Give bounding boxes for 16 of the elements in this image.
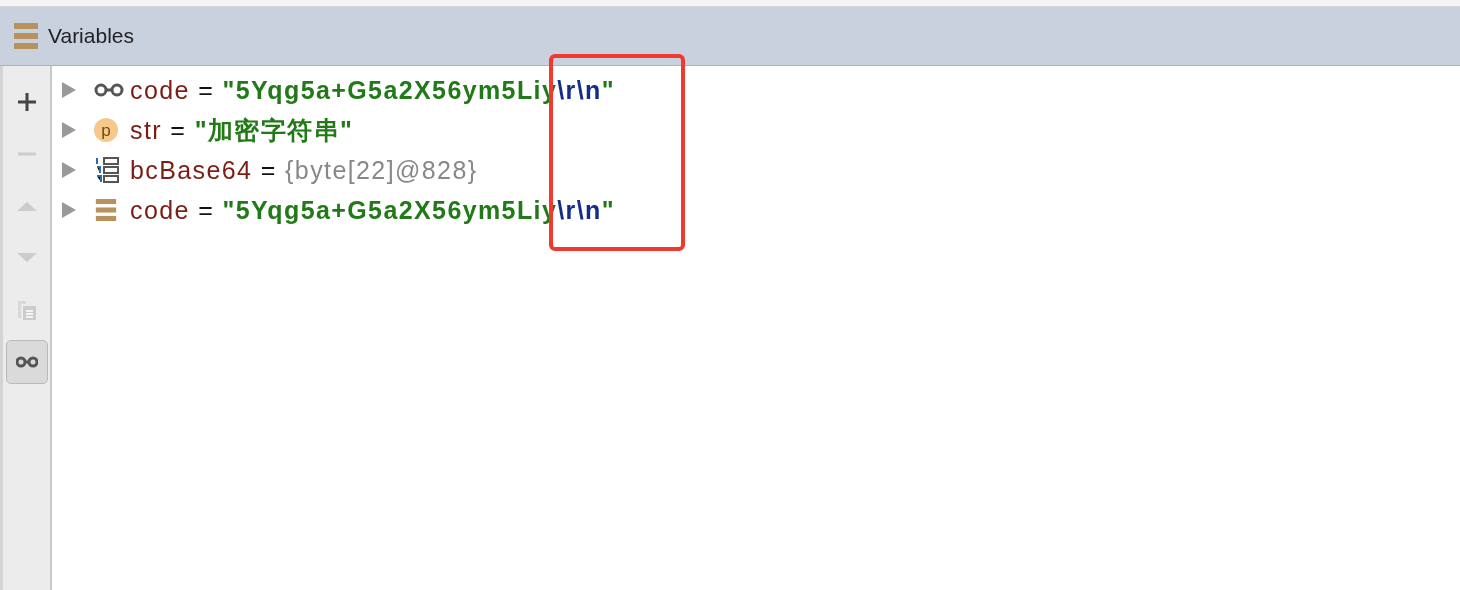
variable-entry: str = "加密字符串" <box>130 114 354 146</box>
expand-arrow-icon[interactable] <box>62 82 76 98</box>
numbered-list-icon <box>94 156 120 184</box>
stack-icon <box>94 199 118 221</box>
panel-title: Variables <box>48 24 134 48</box>
stack-icon <box>14 23 38 49</box>
parameter-badge: p <box>94 118 118 142</box>
variable-entry: bcBase64 = {byte[22]@828} <box>130 155 478 185</box>
plus-icon <box>15 91 38 113</box>
glasses-icon <box>94 83 124 97</box>
copy-icon <box>15 299 38 321</box>
expand-arrow-icon[interactable] <box>62 122 76 138</box>
expand-arrow-icon[interactable] <box>62 162 76 178</box>
expand-arrow-icon[interactable] <box>62 202 76 218</box>
minus-icon <box>15 152 38 156</box>
glasses-button[interactable] <box>5 340 48 384</box>
